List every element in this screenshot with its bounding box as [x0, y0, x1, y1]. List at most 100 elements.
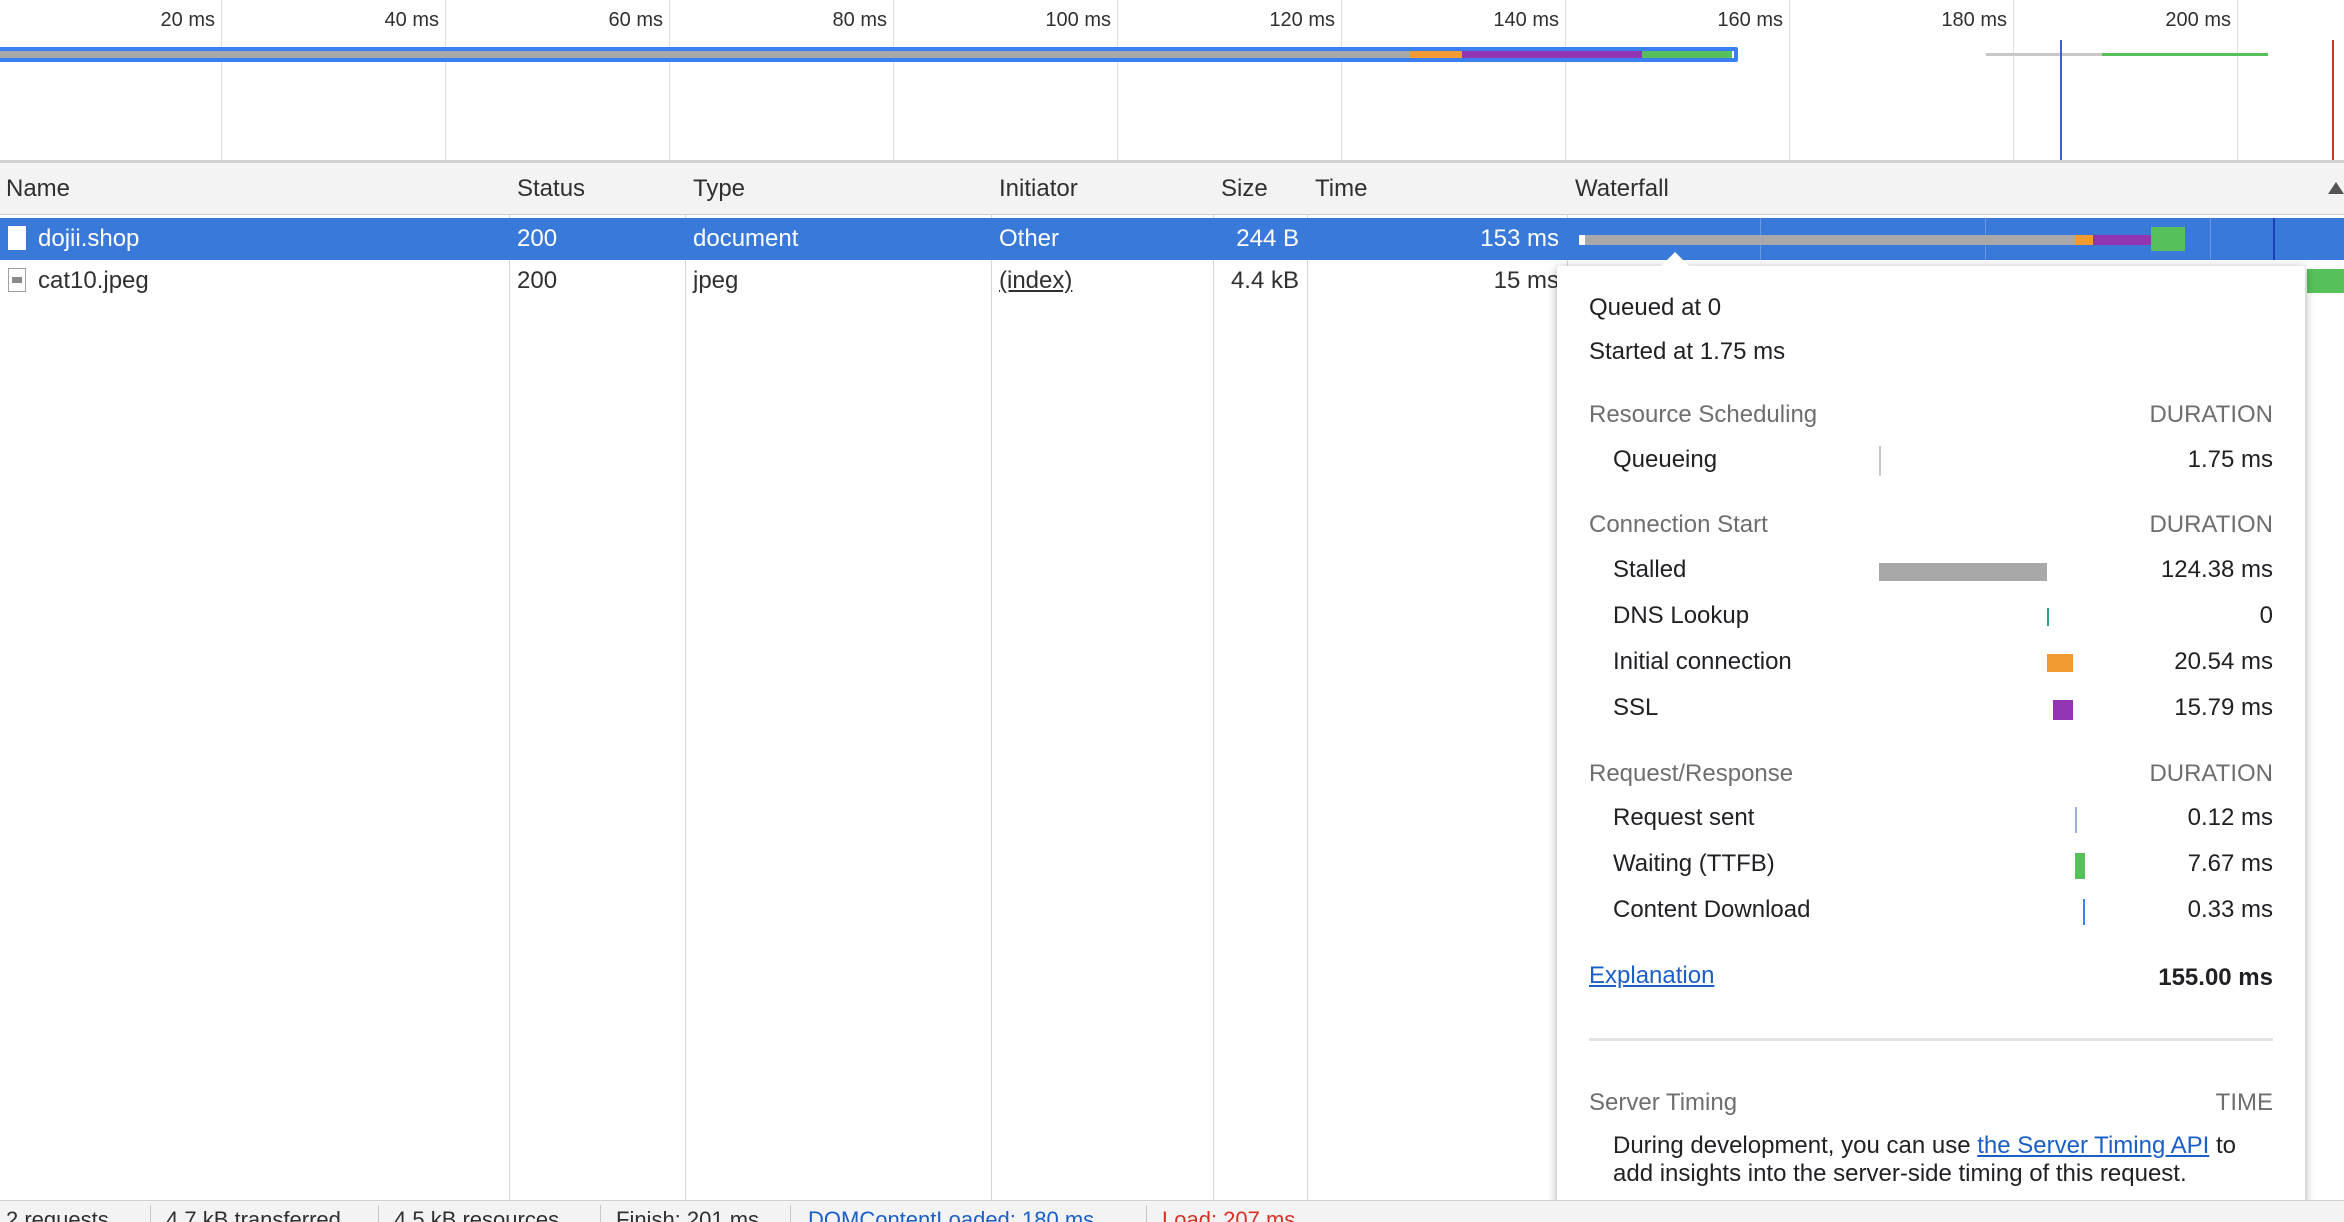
timing-label: Waiting (TTFB) [1613, 850, 1775, 877]
timing-label: Request sent [1613, 804, 1755, 831]
overview-tick-label: 140 ms [1493, 9, 1559, 31]
server-timing-description: During development, you can use the Serv… [1613, 1132, 2273, 1188]
column-divider[interactable] [1213, 163, 1214, 1200]
column-divider[interactable] [509, 163, 510, 1200]
timing-row-waiting-ttfb: Waiting (TTFB) 7.67 ms [1613, 850, 2273, 880]
timing-value: 7.67 ms [2187, 850, 2273, 877]
popover-arrow [1661, 252, 1689, 266]
overview-selection-range[interactable] [0, 47, 1738, 62]
overview-image-queue-bar [1986, 53, 2102, 56]
column-divider[interactable] [991, 163, 992, 1200]
timing-row-ssl: SSL 15.79 ms [1613, 694, 2273, 724]
column-divider[interactable] [685, 163, 686, 1200]
request-name: cat10.jpeg [38, 267, 149, 294]
timing-row-queueing: Queueing 1.75 ms [1613, 446, 2273, 476]
timing-label: DNS Lookup [1613, 602, 1750, 629]
summary-requests: 2 requests [6, 1207, 109, 1222]
timing-row-initial-connection: Initial connection 20.54 ms [1613, 648, 2273, 678]
column-header-size[interactable]: Size [1215, 163, 1307, 215]
overview-tick-label: 200 ms [2165, 9, 2231, 31]
timing-value: 124.38 ms [2160, 556, 2273, 583]
section-title: Request/Response [1589, 760, 1794, 787]
section-header-resource-scheduling: Resource Scheduling DURATION [1589, 401, 2273, 429]
timing-label: Content Download [1613, 896, 1811, 923]
type-cell: document [693, 225, 799, 252]
timing-value: 0.33 ms [2187, 896, 2273, 923]
overview-gridline [445, 0, 446, 160]
overview-gridline [1789, 0, 1790, 160]
summary-divider [600, 1205, 601, 1222]
timing-value: 0.12 ms [2187, 804, 2273, 831]
timing-popover: Queued at 0 Started at 1.75 ms Resource … [1557, 252, 2305, 1210]
summary-divider [378, 1205, 379, 1222]
server-timing-text-before: During development, you can use [1613, 1132, 1978, 1159]
section-title: Connection Start [1589, 511, 1768, 538]
waterfall-stalled-bar [1585, 235, 2075, 245]
total-duration: 155.00 ms [2158, 964, 2273, 991]
timing-bar [2083, 899, 2085, 925]
sort-ascending-icon [2328, 182, 2344, 194]
status-cell: 200 [517, 267, 558, 294]
timing-label: Initial connection [1613, 648, 1792, 675]
summary-divider [1146, 1205, 1147, 1222]
timing-value: 0 [2259, 602, 2273, 629]
summary-divider [150, 1205, 151, 1222]
section-header-request-response: Request/Response DURATION [1589, 760, 2273, 788]
timing-bar [1879, 563, 2047, 581]
overview-gridline [1117, 0, 1118, 160]
table-row[interactable]: dojii.shop 200 document Other 244 B 153 … [0, 218, 2344, 260]
duration-label: DURATION [2149, 760, 2273, 787]
overview-image-waiting-bar [2102, 53, 2268, 56]
waterfall-waiting-bar [2151, 227, 2185, 251]
overview-gridline [893, 0, 894, 160]
network-overview[interactable]: 20 ms 40 ms 60 ms 80 ms 100 ms 120 ms 14… [0, 0, 2344, 163]
waterfall-header-label: Waterfall [1575, 175, 1669, 202]
domcontentloaded-marker [2060, 40, 2062, 160]
status-cell: 200 [517, 225, 558, 252]
summary-divider [790, 1205, 791, 1222]
load-marker [2332, 40, 2334, 160]
overview-tick-label: 160 ms [1717, 9, 1783, 31]
timing-value: 20.54 ms [2174, 648, 2273, 675]
column-header-initiator[interactable]: Initiator [993, 163, 1213, 215]
section-divider [1589, 1038, 2273, 1041]
summary-finish: Finish: 201 ms [616, 1207, 760, 1222]
overview-tick-label: 180 ms [1941, 9, 2007, 31]
timing-value: 15.79 ms [2174, 694, 2273, 721]
server-timing-api-link[interactable]: the Server Timing API [1977, 1132, 2209, 1159]
section-title: Resource Scheduling [1589, 401, 1818, 428]
duration-label: DURATION [2149, 511, 2273, 538]
waterfall-connect-bar [2075, 235, 2093, 245]
timing-row-content-download: Content Download 0.33 ms [1613, 896, 2273, 926]
request-name-cell[interactable]: dojii.shop [0, 218, 509, 260]
initiator-link[interactable]: (index) [991, 260, 1213, 302]
summary-resources: 4.5 kB resources [394, 1207, 560, 1222]
overview-tick-label: 60 ms [608, 9, 663, 31]
timing-bar [2047, 608, 2049, 626]
column-header-time[interactable]: Time [1309, 163, 1567, 215]
time-cell: 153 ms [1480, 225, 1559, 252]
column-header-waterfall[interactable]: Waterfall [1569, 163, 2344, 215]
duration-label: DURATION [2149, 401, 2273, 428]
timing-row-dns-lookup: DNS Lookup 0 [1613, 602, 2273, 632]
timing-bar [2075, 807, 2077, 833]
time-label: TIME [2215, 1089, 2273, 1116]
queued-at-text: Queued at 0 [1589, 294, 1722, 321]
overview-gridline [1565, 0, 1566, 160]
size-cell: 244 B [1236, 225, 1299, 252]
column-header-type[interactable]: Type [687, 163, 991, 215]
timing-label: Stalled [1613, 556, 1687, 583]
column-divider[interactable] [1307, 163, 1308, 1200]
request-name-cell[interactable]: cat10.jpeg [0, 260, 509, 302]
column-header-status[interactable]: Status [511, 163, 685, 215]
timing-row-stalled: Stalled 124.38 ms [1613, 556, 2273, 586]
summary-load: Load: 207 ms [1162, 1207, 1296, 1222]
column-header-name[interactable]: Name [0, 163, 509, 215]
explanation-link[interactable]: Explanation [1589, 962, 1714, 990]
summary-transferred: 4.7 kB transferred [166, 1207, 341, 1222]
document-icon [8, 225, 26, 250]
size-cell: 4.4 kB [1230, 267, 1299, 294]
overview-tick-label: 20 ms [160, 9, 215, 31]
overview-gridline [2237, 0, 2238, 160]
section-title: Server Timing [1589, 1089, 1738, 1116]
